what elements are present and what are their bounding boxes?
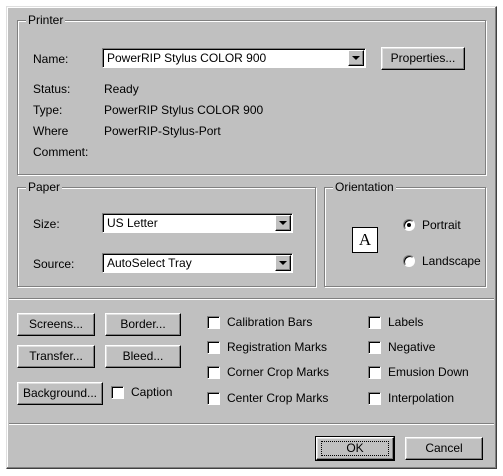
background-button-label: Background... [22,386,98,400]
labels-checkbox[interactable] [368,316,381,329]
comment-label: Comment: [33,145,89,159]
transfer-button-label: Transfer... [29,349,83,363]
portrait-label[interactable]: Portrait [422,218,461,232]
orientation-group-title: Orientation [333,180,396,194]
type-value: PowerRIP Stylus COLOR 900 [104,103,264,117]
center-crop-marks-checkbox[interactable] [207,392,220,405]
border-button-label: Border... [120,317,166,331]
paper-group-title: Paper [26,180,63,194]
screens-button-label: Screens... [28,317,84,331]
ok-button-label: OK [321,441,389,456]
paper-source-value: AutoSelect Tray [107,256,192,270]
printer-name-value: PowerRIP Stylus COLOR 900 [107,51,267,65]
corner-crop-marks-label[interactable]: Corner Crop Marks [227,365,329,379]
where-value: PowerRIP-Stylus-Port [104,124,221,138]
size-label: Size: [33,217,60,231]
type-label: Type: [33,103,63,117]
landscape-radio[interactable] [403,255,415,267]
background-button[interactable]: Background... [17,382,103,405]
chevron-down-icon[interactable] [275,255,291,271]
paper-group: Paper Size: US Letter Source: AutoSelect… [17,180,316,287]
caption-label[interactable]: Caption [131,385,172,399]
chevron-down-icon[interactable] [275,215,291,231]
name-label: Name: [33,52,69,66]
negative-label[interactable]: Negative [388,340,435,354]
printer-group: Printer Name: PowerRIP Stylus COLOR 900 … [17,13,486,175]
properties-button-label: Properties... [390,51,456,65]
portrait-radio[interactable] [403,219,415,231]
landscape-label[interactable]: Landscape [422,254,481,268]
emulsion-down-label[interactable]: Emusion Down [388,365,469,379]
transfer-button[interactable]: Transfer... [17,345,95,368]
interpolation-label[interactable]: Interpolation [388,391,454,405]
paper-size-select[interactable]: US Letter [102,213,293,233]
source-label: Source: [33,257,75,271]
center-crop-marks-label[interactable]: Center Crop Marks [227,391,328,405]
screens-button[interactable]: Screens... [17,313,95,336]
orientation-group: Orientation A Portrait Landscape [324,180,486,287]
bleed-button[interactable]: Bleed... [105,345,181,368]
emulsion-down-checkbox[interactable] [368,366,381,379]
negative-checkbox[interactable] [368,341,381,354]
bleed-button-label: Bleed... [122,349,164,363]
properties-button[interactable]: Properties... [381,47,465,70]
separator-top [9,298,494,300]
cancel-button-label: Cancel [425,441,463,455]
separator-bottom [9,423,494,425]
registration-marks-checkbox[interactable] [207,341,220,354]
status-label: Status: [33,82,71,96]
calibration-bars-label[interactable]: Calibration Bars [227,315,312,329]
labels-label[interactable]: Labels [388,315,423,329]
paper-source-select[interactable]: AutoSelect Tray [102,253,293,273]
calibration-bars-checkbox[interactable] [207,316,220,329]
paper-size-value: US Letter [107,216,158,230]
chevron-down-icon[interactable] [348,50,364,66]
status-value: Ready [104,82,139,96]
printer-name-select[interactable]: PowerRIP Stylus COLOR 900 [102,48,366,68]
ok-button[interactable]: OK [315,436,395,461]
corner-crop-marks-checkbox[interactable] [207,366,220,379]
portrait-page-icon: A [352,227,378,253]
interpolation-checkbox[interactable] [368,392,381,405]
print-dialog: Printer Name: PowerRIP Stylus COLOR 900 … [6,6,497,469]
registration-marks-label[interactable]: Registration Marks [227,340,327,354]
border-button[interactable]: Border... [105,313,181,336]
cancel-button[interactable]: Cancel [405,437,483,460]
printer-group-title: Printer [26,13,66,27]
caption-checkbox[interactable] [111,386,124,399]
where-label: Where [33,124,69,138]
